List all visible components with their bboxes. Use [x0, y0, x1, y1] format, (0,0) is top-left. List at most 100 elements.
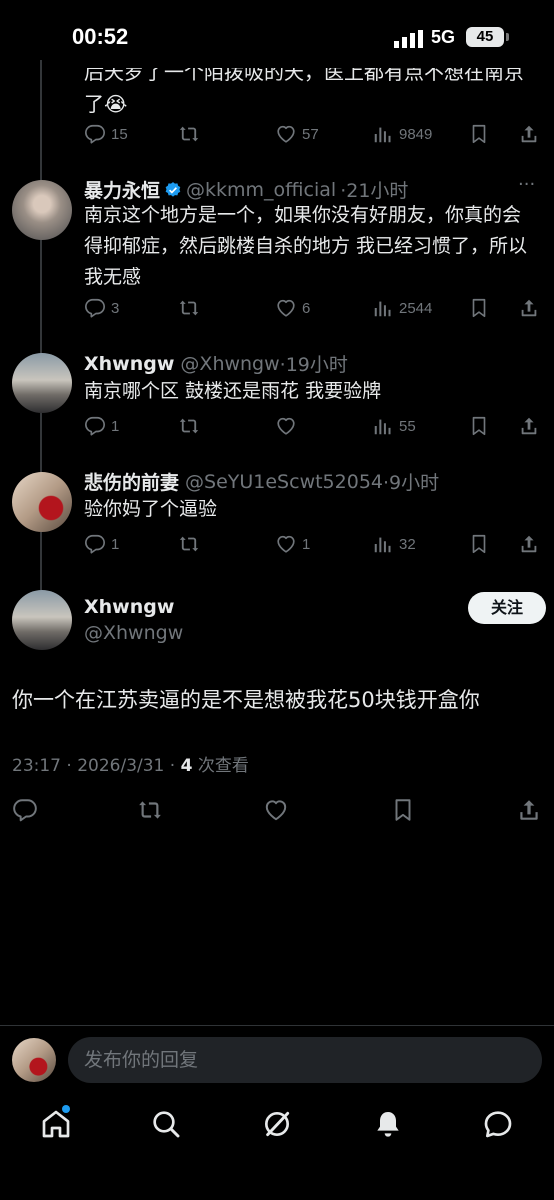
- repost-icon: [178, 533, 200, 555]
- bookmark-button[interactable]: [468, 297, 490, 319]
- grok-icon[interactable]: [261, 1108, 293, 1140]
- like-button[interactable]: 6: [275, 297, 310, 319]
- share-button[interactable]: [518, 415, 540, 437]
- main-tweet-actions: [12, 797, 542, 823]
- like-button[interactable]: [275, 415, 297, 437]
- like-icon: [275, 123, 297, 145]
- like-count: 1: [302, 535, 311, 553]
- bookmark-button[interactable]: [468, 415, 490, 437]
- like-button[interactable]: 57: [275, 123, 319, 145]
- view-count: 32: [399, 535, 416, 553]
- reply-header: 暴力永恒 @kkmm_official ·21小时: [84, 176, 408, 203]
- like-button[interactable]: 1: [275, 533, 310, 555]
- display-name[interactable]: 悲伤的前妻: [84, 468, 179, 495]
- divider: [0, 1025, 554, 1026]
- repost-icon: [137, 797, 163, 823]
- main-handle: @Xhwngw: [84, 622, 184, 644]
- bookmark-button[interactable]: [468, 123, 490, 145]
- reply-actions: 1 1 32: [84, 533, 544, 559]
- share-button[interactable]: [516, 797, 542, 823]
- repost-button[interactable]: [137, 797, 163, 823]
- share-button[interactable]: [518, 123, 540, 145]
- reply-button[interactable]: 15: [84, 123, 128, 145]
- handle: @Xhwngw: [180, 352, 280, 375]
- share-button[interactable]: [518, 533, 540, 555]
- share-icon: [516, 797, 542, 823]
- views-button[interactable]: 55: [372, 415, 416, 437]
- views-icon: [372, 415, 394, 437]
- reply-count: 3: [111, 299, 120, 317]
- messages-icon[interactable]: [482, 1108, 514, 1140]
- reply-count: 15: [111, 125, 128, 143]
- share-icon: [518, 123, 540, 145]
- reply-icon: [84, 533, 106, 555]
- follow-button[interactable]: 关注: [468, 592, 546, 624]
- main-tweet-text: 你一个在江苏卖逼的是不是想被我花50块钱开盒你: [12, 688, 480, 712]
- views-button[interactable]: 9849: [372, 123, 432, 145]
- avatar[interactable]: [12, 353, 72, 413]
- partial-tweet-actions: 15 57 9849: [84, 123, 544, 149]
- view-count: 2544: [399, 299, 433, 317]
- share-icon: [518, 415, 540, 437]
- bookmark-button[interactable]: [468, 533, 490, 555]
- like-icon: [275, 415, 297, 437]
- network-label: 5G: [431, 27, 456, 47]
- repost-button[interactable]: [178, 297, 200, 319]
- reply-icon: [84, 297, 106, 319]
- signal-icon: [394, 30, 423, 48]
- reply-button[interactable]: 1: [84, 533, 119, 555]
- notification-dot: [62, 1105, 70, 1113]
- view-count: 55: [399, 417, 416, 435]
- search-icon[interactable]: [150, 1108, 182, 1140]
- like-count: 6: [302, 299, 311, 317]
- views-button[interactable]: 2544: [372, 297, 432, 319]
- notifications-icon[interactable]: [372, 1108, 404, 1140]
- views-label: 次查看: [192, 756, 249, 776]
- views-icon: [372, 533, 394, 555]
- view-count: 9849: [399, 125, 433, 143]
- views-icon: [372, 297, 394, 319]
- bookmark-icon: [468, 123, 490, 145]
- handle: @SeYU1eScwt52054: [185, 470, 383, 493]
- repost-button[interactable]: [178, 415, 200, 437]
- bookmark-icon: [468, 533, 490, 555]
- reply-button[interactable]: 3: [84, 297, 119, 319]
- repost-icon: [178, 415, 200, 437]
- views-button[interactable]: 32: [372, 533, 416, 555]
- reply-button[interactable]: 1: [84, 415, 119, 437]
- views-count: 4: [180, 756, 193, 776]
- tweet-meta: 23:17 · 2026/3/31 · 4 次查看: [12, 751, 249, 776]
- share-icon: [518, 297, 540, 319]
- reply-icon: [12, 797, 38, 823]
- share-button[interactable]: [518, 297, 540, 319]
- avatar[interactable]: [12, 472, 72, 532]
- reply-text: 南京这个地方是一个，如果你没有好朋友，你真的会得抑郁症，然后跳楼自杀的地方 我已…: [84, 204, 528, 288]
- bookmark-button[interactable]: [390, 797, 416, 823]
- more-icon[interactable]: ···: [518, 174, 535, 195]
- avatar[interactable]: [12, 180, 72, 240]
- tweet-timestamp: 23:17 · 2026/3/31 ·: [12, 756, 181, 776]
- reply-header: Xhwngw @Xhwngw ·19小时: [84, 350, 348, 377]
- handle: @kkmm_official: [186, 178, 337, 201]
- like-button[interactable]: [263, 797, 289, 823]
- repost-icon: [178, 123, 200, 145]
- battery-icon: 45: [466, 27, 504, 47]
- status-time: 00:52: [72, 24, 129, 49]
- display-name[interactable]: Xhwngw: [84, 353, 174, 375]
- share-icon: [518, 533, 540, 555]
- reply-input[interactable]: 发布你的回复: [68, 1037, 542, 1083]
- bookmark-icon: [468, 297, 490, 319]
- repost-button[interactable]: [178, 123, 200, 145]
- repost-button[interactable]: [178, 533, 200, 555]
- bookmark-icon: [468, 415, 490, 437]
- display-name[interactable]: 暴力永恒: [84, 176, 160, 203]
- reply-actions: 3 6 2544: [84, 297, 544, 323]
- like-icon: [263, 797, 289, 823]
- scroll-cut: [84, 56, 544, 68]
- reply-button[interactable]: [12, 797, 38, 823]
- avatar[interactable]: [12, 590, 72, 650]
- reply-text: 南京哪个区 鼓楼还是雨花 我要验牌: [84, 380, 382, 402]
- like-count: 57: [302, 125, 319, 143]
- main-display-name[interactable]: Xhwngw: [84, 596, 174, 618]
- reply-count: 1: [111, 417, 120, 435]
